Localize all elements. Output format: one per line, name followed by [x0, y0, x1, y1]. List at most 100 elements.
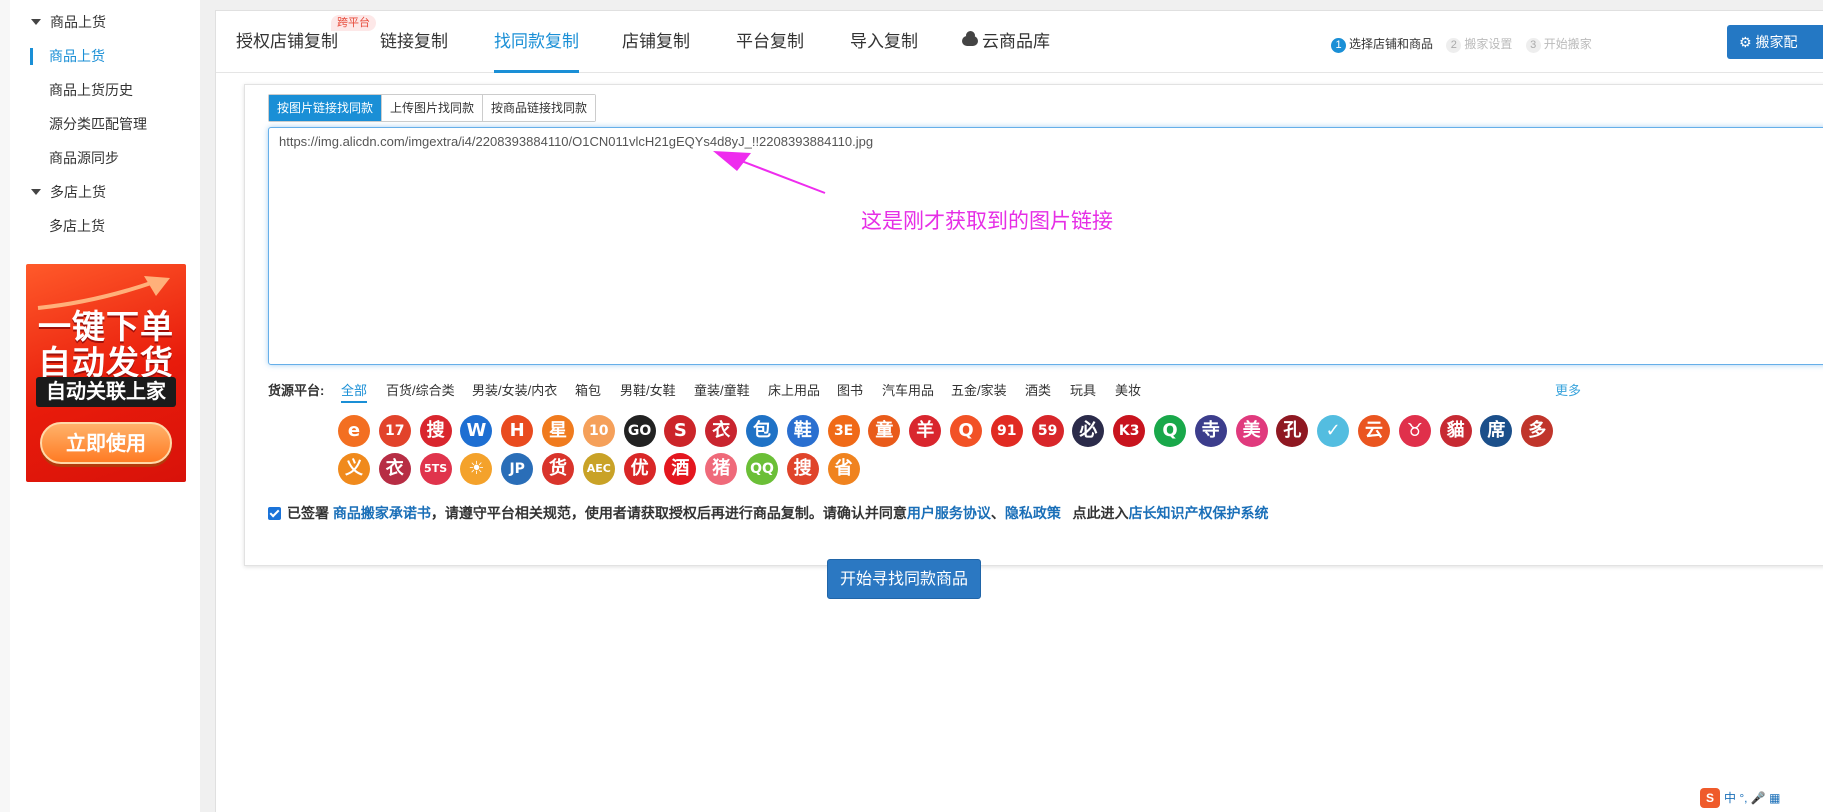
platform-logo-icon[interactable]: 59	[1031, 415, 1064, 447]
privacy-policy-link[interactable]: 隐私政策	[1005, 505, 1061, 521]
start-search-button[interactable]: 开始寻找同款商品	[827, 559, 981, 599]
platform-logo-icon[interactable]: W	[460, 415, 493, 447]
platform-logo-icon[interactable]: QQ	[746, 453, 778, 485]
platform-logo-icon[interactable]: 孔	[1276, 415, 1309, 447]
platform-logo-icon[interactable]: K3	[1113, 415, 1146, 447]
tab-link-copy[interactable]: 链接复制	[380, 11, 448, 73]
platform-logo-icon[interactable]: Q	[1154, 415, 1186, 447]
category-bags[interactable]: 箱包	[575, 380, 601, 399]
category-books[interactable]: 图书	[837, 380, 863, 399]
platform-logo-icon[interactable]: 酒	[664, 453, 697, 485]
promise-letter-link[interactable]: 商品搬家承诺书	[333, 505, 431, 521]
more-categories-link[interactable]: 更多	[1555, 380, 1581, 399]
cloud-icon	[962, 30, 978, 46]
platform-logo-icon[interactable]: 省	[827, 453, 860, 485]
category-general[interactable]: 百货/综合类	[386, 380, 455, 399]
tab-import-copy[interactable]: 导入复制	[850, 11, 918, 73]
user-agreement-link[interactable]: 用户服务协议	[907, 505, 991, 521]
search-mode-tabs: 按图片链接找同款 上传图片找同款 按商品链接找同款	[268, 94, 597, 122]
category-apparel[interactable]: 男装/女装/内衣	[472, 380, 557, 399]
category-auto[interactable]: 汽车用品	[882, 380, 934, 399]
platform-logo-icon[interactable]: 星	[542, 415, 574, 447]
platform-logo-icon[interactable]: Q	[950, 415, 982, 447]
platform-logo-icon[interactable]: 货	[542, 453, 574, 485]
category-kids[interactable]: 童装/童鞋	[694, 380, 750, 399]
tab-label: 云商品库	[982, 32, 1050, 51]
platform-logo-icon[interactable]: 5TS	[419, 453, 452, 485]
promo-banner[interactable]: 一键下单 自动发货 自动关联上家 立即使用	[26, 264, 186, 482]
platform-logo-icon[interactable]: 3E	[827, 415, 860, 447]
platform-logo-icon[interactable]: 10	[582, 415, 615, 447]
platform-logo-icon[interactable]: 美	[1235, 415, 1268, 447]
platform-logo-icon[interactable]: 云	[1358, 415, 1390, 447]
category-hardware[interactable]: 五金/家装	[951, 380, 1007, 399]
category-liquor[interactable]: 酒类	[1025, 380, 1051, 399]
platform-logo-icon[interactable]: 鞋	[786, 415, 819, 447]
platform-logo-icon[interactable]: 衣	[378, 453, 411, 485]
platform-logo-icon[interactable]: JP	[501, 453, 534, 485]
platform-logo-icon[interactable]: 优	[623, 453, 656, 485]
platform-logo-icon[interactable]: 必	[1072, 415, 1105, 447]
platform-logo-icon[interactable]: 猪	[705, 453, 738, 485]
platform-logo-icon[interactable]: 席	[1480, 415, 1513, 447]
gears-icon: ⚙	[1739, 34, 1752, 50]
tab-store-copy[interactable]: 店铺复制	[622, 11, 690, 73]
step-3: 3 开始搬家	[1525, 35, 1592, 53]
tab-platform-copy[interactable]: 平台复制	[736, 11, 804, 73]
agree-checkbox[interactable]	[268, 507, 281, 520]
top-tabs: 授权店铺复制 跨平台 链接复制 找同款复制 店铺复制 平台复制 导入复制 云商品…	[216, 11, 1823, 73]
sidebar-item-source-sync[interactable]: 商品源同步	[10, 141, 200, 175]
progress-steps: 1 选择店铺和商品 2 搬家设置 3 开始搬家	[1331, 35, 1602, 53]
platform-logo-icon[interactable]: 包	[746, 415, 778, 447]
sidebar-item-upload-history[interactable]: 商品上货历史	[10, 73, 200, 107]
platform-logo-icon[interactable]: 搜	[419, 415, 452, 447]
sidebar-item-category-match[interactable]: 源分类匹配管理	[10, 107, 200, 141]
promo-use-button[interactable]: 立即使用	[40, 422, 172, 464]
caret-down-icon	[31, 189, 41, 195]
platform-logo-icon[interactable]: 貓	[1439, 415, 1472, 447]
find-same-card: 按图片链接找同款 上传图片找同款 按商品链接找同款 https://img.al…	[244, 84, 1823, 566]
platform-logo-icon[interactable]: H	[501, 415, 534, 447]
platform-logo-icon[interactable]: ☀	[460, 453, 493, 485]
platform-logo-icon[interactable]: 义	[338, 453, 370, 485]
platform-logo-icon[interactable]: ♉	[1398, 415, 1431, 447]
tab-authorized-store-copy[interactable]: 授权店铺复制 跨平台	[236, 11, 376, 73]
source-platform-row: 货源平台: 全部 百货/综合类 男装/女装/内衣 箱包 男鞋/女鞋 童装/童鞋 …	[268, 380, 1823, 403]
sidebar-group-goods[interactable]: 商品上货	[10, 5, 200, 39]
platform-logo-icon[interactable]: 17	[378, 415, 411, 447]
category-beauty[interactable]: 美妆	[1115, 380, 1141, 399]
subtab-by-goods-link[interactable]: 按商品链接找同款	[483, 95, 596, 121]
subtab-upload-image[interactable]: 上传图片找同款	[382, 95, 484, 121]
platform-logo-icon[interactable]: GO	[623, 415, 656, 447]
sidebar-group-label: 多店上货	[50, 184, 106, 200]
platform-logo-icon[interactable]: 多	[1521, 415, 1554, 447]
platform-logo-icon[interactable]: ✓	[1317, 415, 1350, 447]
image-url-textarea[interactable]: https://img.alicdn.com/imgextra/i4/22083…	[268, 127, 1823, 365]
platform-logo-icon[interactable]: 寺	[1194, 415, 1227, 447]
sidebar-group-multistore[interactable]: 多店上货	[10, 175, 200, 209]
main-panel: 授权店铺复制 跨平台 链接复制 找同款复制 店铺复制 平台复制 导入复制 云商品…	[215, 10, 1823, 812]
category-all[interactable]: 全部	[341, 380, 368, 403]
tab-cloud-library[interactable]: 云商品库	[962, 11, 1050, 73]
category-toys[interactable]: 玩具	[1070, 380, 1096, 399]
step-1: 1 选择店铺和商品	[1331, 35, 1433, 53]
sidebar-item-goods-upload[interactable]: 商品上货	[10, 39, 200, 73]
platform-logo-icon[interactable]: 衣	[705, 415, 738, 447]
subtab-by-image-link[interactable]: 按图片链接找同款	[269, 95, 383, 121]
sidebar-item-multistore-upload[interactable]: 多店上货	[10, 209, 200, 243]
category-bedding[interactable]: 床上用品	[768, 380, 820, 399]
category-shoes[interactable]: 男鞋/女鞋	[620, 380, 676, 399]
platform-logo-icon[interactable]: 童	[868, 415, 901, 447]
tab-find-same-copy[interactable]: 找同款复制	[494, 11, 579, 73]
platform-logo-icon[interactable]: S	[664, 415, 697, 447]
platform-logo-icon[interactable]: e	[338, 415, 370, 447]
annotation-arrow-icon	[713, 151, 826, 194]
ime-toolbar[interactable]: S中 °, 🎤 ▦	[1700, 788, 1780, 810]
platform-logo-icon[interactable]: 搜	[786, 453, 819, 485]
platform-logo-icon[interactable]: AEC	[582, 453, 615, 485]
ip-protection-link[interactable]: 店长知识产权保护系统	[1129, 505, 1269, 521]
move-config-button[interactable]: ⚙ 搬家配	[1727, 25, 1823, 59]
agreement-row: 已签署 商品搬家承诺书，请遵守平台相关规范，使用者请获取授权后再进行商品复制。请…	[268, 503, 1269, 523]
platform-logo-icon[interactable]: 91	[990, 415, 1023, 447]
platform-logo-icon[interactable]: 羊	[909, 415, 942, 447]
